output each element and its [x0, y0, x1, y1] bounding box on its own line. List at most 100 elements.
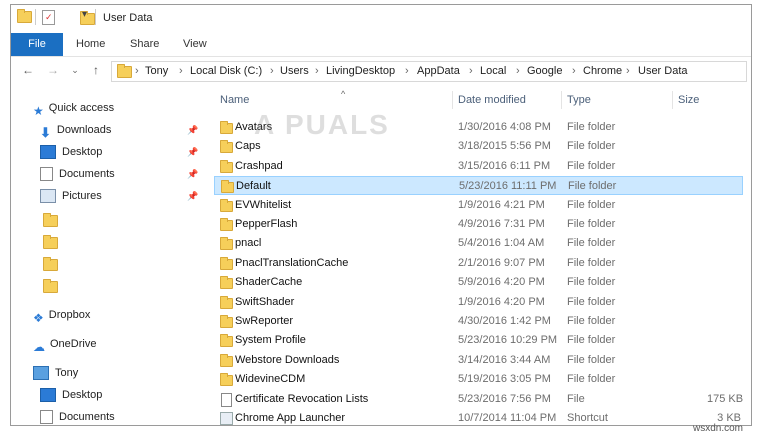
file-type: File folder [567, 140, 616, 153]
chevron-right-icon[interactable]: › [572, 65, 576, 77]
column-divider[interactable] [452, 91, 453, 109]
tab-view[interactable]: View [183, 33, 207, 56]
file-date: 5/19/2016 3:05 PM [458, 373, 551, 386]
table-row[interactable]: PepperFlash 4/9/2016 7:31 PM File folder [214, 215, 743, 234]
watermark: A PUALS [254, 109, 390, 140]
folder-icon [220, 256, 233, 270]
tab-home[interactable]: Home [76, 33, 105, 56]
column-header-type[interactable]: Type [567, 94, 591, 106]
sidebar-item-desktop[interactable]: Desktop [40, 143, 102, 161]
folder-icon [220, 198, 233, 212]
breadcrumb-livingdesktop[interactable]: LivingDesktop [326, 65, 395, 77]
back-button[interactable]: ← [21, 63, 35, 77]
table-row[interactable]: EVWhitelist 1/9/2016 4:21 PM File folder [214, 196, 743, 215]
table-row[interactable]: ShaderCache 5/9/2016 4:20 PM File folder [214, 273, 743, 292]
folder-icon [220, 237, 233, 251]
pin-icon[interactable]: 📌 [187, 125, 198, 135]
column-divider[interactable] [561, 91, 562, 109]
folder-icon [220, 140, 233, 154]
divider [35, 9, 36, 25]
breadcrumb-tony[interactable]: Tony [145, 65, 168, 77]
sidebar-item-downloads[interactable]: ⬇ Downloads [40, 121, 111, 140]
table-row[interactable]: pnacl 5/4/2016 1:04 AM File folder [214, 234, 743, 253]
sidebar-folder-icon[interactable] [43, 279, 58, 293]
folder-icon [220, 353, 233, 367]
table-row[interactable]: Certificate Revocation Lists 5/23/2016 7:… [214, 390, 743, 409]
file-type: File folder [567, 256, 616, 269]
address-bar[interactable]: › Tony › Local Disk (C:) › Users › Livin… [111, 61, 747, 82]
file-name: PnaclTranslationCache [235, 256, 349, 269]
table-row[interactable]: Webstore Downloads 3/14/2016 3:44 AM File … [214, 351, 743, 370]
sidebar-item-pc-desktop[interactable]: Desktop [40, 386, 102, 404]
breadcrumb-google[interactable]: Google [527, 65, 562, 77]
column-header-row: ^ Name Date modified Type Size [214, 87, 751, 111]
dropbox-icon: ❖ [33, 311, 44, 326]
breadcrumb-appdata[interactable]: AppData [417, 65, 460, 77]
table-row[interactable]: System Profile 5/23/2016 10:29 PM File fol… [214, 331, 743, 350]
computer-icon [33, 366, 49, 381]
sidebar-item-pictures[interactable]: Pictures [40, 187, 102, 205]
table-row[interactable]: Crashpad 3/15/2016 6:11 PM File folder [214, 157, 743, 176]
desktop-icon [40, 145, 56, 160]
tab-share[interactable]: Share [130, 33, 159, 56]
sidebar-folder-icon[interactable] [43, 257, 58, 271]
chevron-right-icon[interactable]: › [270, 65, 274, 77]
file-type: File folder [567, 334, 616, 347]
chevron-right-icon[interactable]: › [626, 65, 630, 77]
column-header-name[interactable]: Name [220, 94, 249, 106]
chevron-right-icon[interactable]: › [405, 65, 409, 77]
breadcrumb-local[interactable]: Local [480, 65, 506, 77]
sidebar-item-this-pc[interactable]: Tony [33, 364, 78, 382]
breadcrumb-user-data[interactable]: User Data [638, 65, 688, 77]
file-type: File folder [567, 159, 616, 172]
pin-icon[interactable]: 📌 [187, 191, 198, 201]
sidebar-folder-icon[interactable] [43, 213, 58, 227]
sidebar-item-dropbox[interactable]: ❖ Dropbox [33, 306, 90, 326]
folder-icon [220, 315, 233, 328]
file-date: 2/1/2016 9:07 PM [458, 256, 545, 269]
table-row[interactable]: SwReporter 4/30/2016 1:42 PM File folder [214, 312, 743, 331]
sidebar-item-onedrive[interactable]: ☁ OneDrive [33, 335, 96, 355]
properties-icon[interactable]: ✓ [42, 10, 55, 25]
folder-icon [220, 276, 233, 290]
forward-button[interactable]: → [46, 63, 60, 77]
documents-icon [40, 167, 53, 182]
breadcrumb-users[interactable]: Users [280, 65, 309, 77]
file-date: 4/9/2016 7:31 PM [458, 218, 545, 230]
table-row[interactable]: PnaclTranslationCache 2/1/2016 9:07 PM Fil… [214, 254, 743, 273]
column-header-size[interactable]: Size [678, 94, 699, 106]
breadcrumb-chrome[interactable]: Chrome [583, 65, 622, 77]
customize-quick-access-icon[interactable]: ▾ [82, 9, 87, 20]
sidebar-item-label: Documents [59, 168, 115, 180]
sidebar-item-quick-access[interactable]: ★ Quick access [33, 99, 114, 118]
chevron-right-icon[interactable]: › [469, 65, 473, 77]
documents-icon [40, 410, 53, 425]
chevron-right-icon[interactable]: › [179, 65, 183, 77]
column-divider[interactable] [672, 91, 673, 109]
table-row[interactable]: Chrome App Launcher 10/7/2014 11:04 PM Sho… [214, 409, 743, 425]
site-credit: wsxdn.com [693, 423, 744, 434]
up-button[interactable]: ↑ [89, 63, 103, 77]
sort-arrow-icon: ^ [341, 89, 346, 99]
column-header-date[interactable]: Date modified [458, 94, 526, 106]
pin-icon[interactable]: 📌 [187, 169, 198, 179]
breadcrumb-local-disk[interactable]: Local Disk (C:) [190, 65, 262, 77]
sidebar-item-pc-documents[interactable]: Documents [40, 408, 115, 425]
tab-file[interactable]: File [11, 33, 63, 56]
table-row[interactable]: WidevineCDM 5/19/2016 3:05 PM File folder [214, 370, 743, 389]
file-date: 3/18/2015 5:56 PM [458, 140, 551, 153]
sidebar-folder-icon[interactable] [43, 235, 58, 249]
cloud-icon: ☁ [33, 340, 45, 355]
file-name: pnacl [235, 237, 262, 250]
recent-locations-icon[interactable]: ⌄ [68, 63, 82, 77]
sidebar-item-label: Desktop [62, 389, 103, 401]
table-row[interactable]: Default 5/23/2016 11:11 PM File folder [214, 176, 743, 196]
file-name: Webstore Downloads [235, 353, 340, 366]
sidebar-item-documents[interactable]: Documents [40, 165, 115, 183]
chevron-right-icon[interactable]: › [315, 65, 319, 77]
pin-icon[interactable]: 📌 [187, 147, 198, 157]
chevron-right-icon[interactable]: › [516, 65, 520, 77]
file-name: PepperFlash [235, 218, 298, 230]
file-type: File folder [567, 353, 616, 366]
table-row[interactable]: SwiftShader 1/9/2016 4:20 PM File folder [214, 293, 743, 312]
